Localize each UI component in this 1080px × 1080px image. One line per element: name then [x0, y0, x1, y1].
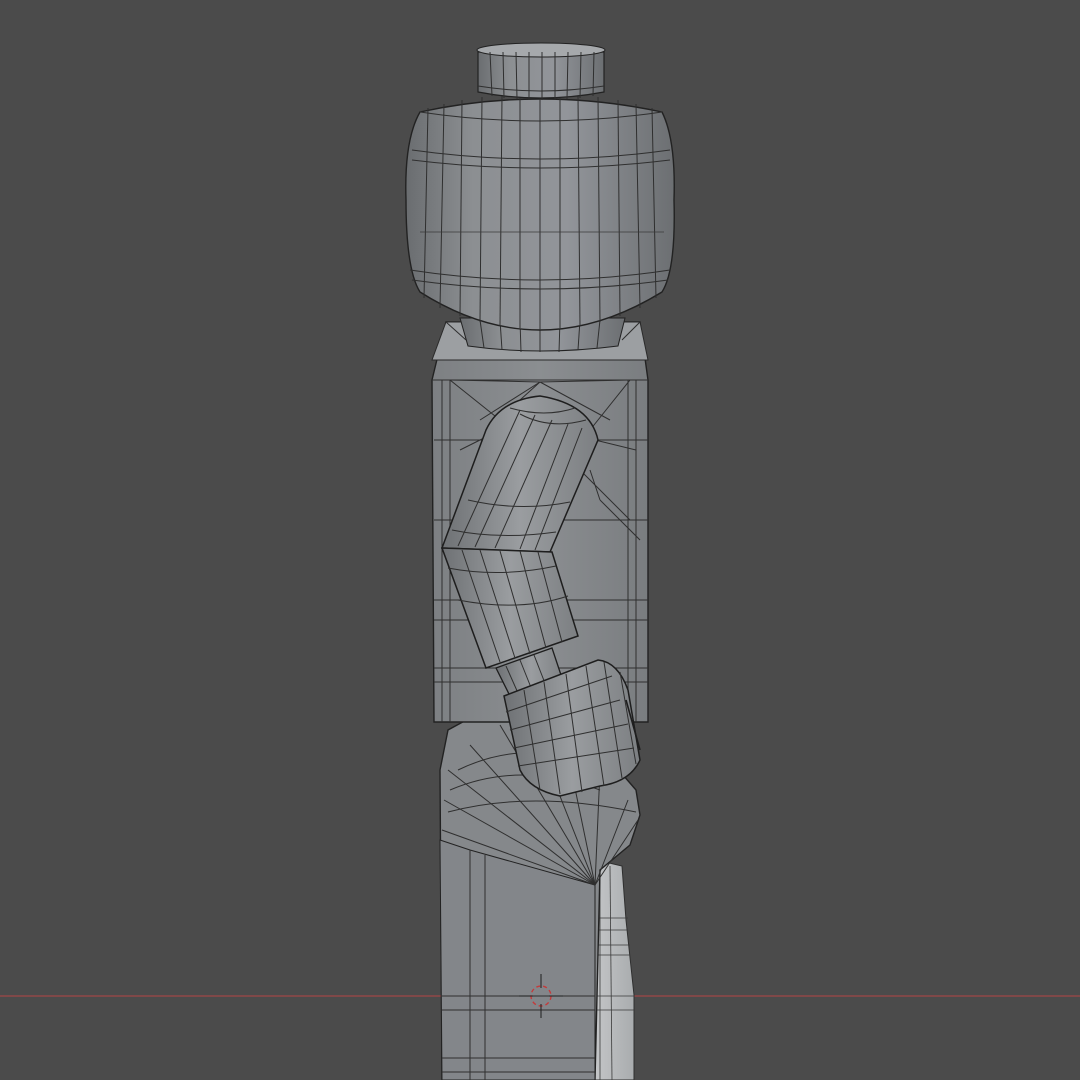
head-mesh[interactable]: [405, 94, 675, 331]
viewport-canvas[interactable]: [0, 0, 1080, 1080]
head-stud-mesh: [476, 42, 606, 100]
3d-viewport[interactable]: [0, 0, 1080, 1080]
